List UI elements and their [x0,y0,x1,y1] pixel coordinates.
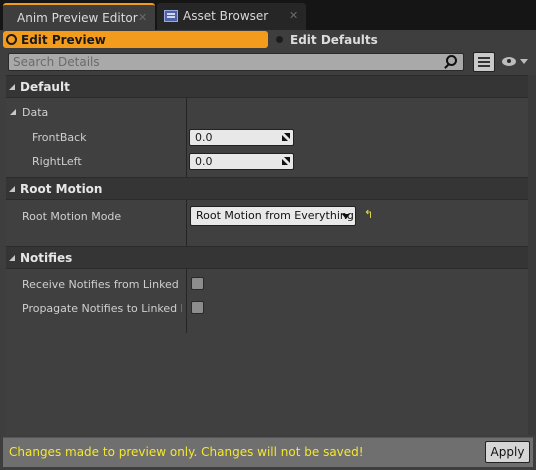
root-motion-mode-dropdown[interactable]: Root Motion from Everything [190,206,356,226]
property-label: Propagate Notifies to Linked Instances [22,302,182,315]
property-label: Receive Notifies from Linked Instances [22,278,182,291]
view-options-button[interactable] [500,55,532,69]
property-matrix-button[interactable] [473,52,495,72]
dropdown-value: Root Motion from Everything [196,209,354,222]
rightleft-input[interactable]: 0.0 [189,153,294,170]
edit-defaults-radio[interactable]: Edit Defaults [273,31,423,48]
property-row-rightleft: RightLeft 0.0 [6,150,528,174]
close-icon[interactable]: ✕ [289,9,298,23]
warning-message: Changes made to preview only. Changes wi… [9,445,364,459]
details-panel: Edit Preview Edit Defaults Default Data … [0,30,536,470]
scrollbar[interactable] [528,75,536,435]
category-label: Root Motion [20,182,103,196]
category-label: Notifies [20,251,73,265]
tab-bar: Anim Preview Editor ✕ Asset Browser ✕ [0,0,536,30]
asset-browser-icon [164,10,178,22]
property-row-propagate-notifies: Propagate Notifies to Linked Instances [6,297,528,321]
tab-asset-browser[interactable]: Asset Browser ✕ [157,3,306,30]
property-label: Root Motion Mode [22,210,122,223]
eye-icon [502,57,516,66]
radio-unselected-icon [276,36,283,43]
reset-to-default-icon[interactable]: ↰ [364,209,373,220]
search-input[interactable] [8,53,464,71]
expanded-arrow-icon [9,84,15,90]
numeric-value: 0.0 [195,155,213,168]
drag-resize-icon[interactable] [282,157,290,165]
search-icon[interactable] [446,55,457,66]
property-row-frontback: FrontBack 0.0 [6,126,528,150]
tab-label: Anim Preview Editor [17,11,138,25]
category-label: Default [20,80,70,94]
details-view: Default Data FrontBack 0.0 RightLeft 0.0… [6,75,528,435]
subcategory-data[interactable]: Data [6,102,528,124]
category-default-header[interactable]: Default [6,75,528,98]
tab-anim-preview-editor[interactable]: Anim Preview Editor ✕ [3,3,155,30]
expanded-arrow-icon [9,255,15,261]
chevron-down-icon [342,214,350,219]
edit-defaults-label: Edit Defaults [290,33,378,47]
category-root-motion-header[interactable]: Root Motion [6,177,528,200]
radio-selected-icon [6,34,17,45]
edit-preview-radio[interactable]: Edit Preview [3,31,268,48]
apply-button[interactable]: Apply [485,441,530,463]
frontback-input[interactable]: 0.0 [189,129,294,146]
subcategory-label: Data [22,106,49,119]
numeric-value: 0.0 [195,131,213,144]
property-label: FrontBack [32,131,87,144]
drag-resize-icon[interactable] [282,133,290,141]
tab-label: Asset Browser [183,9,269,23]
property-label: RightLeft [32,155,82,168]
expanded-arrow-icon [10,109,16,115]
preview-warning-bar: Changes made to preview only. Changes wi… [3,437,533,467]
close-icon[interactable]: ✕ [138,11,147,25]
mode-selector: Edit Preview Edit Defaults [0,30,536,50]
search-row [0,51,536,73]
expanded-arrow-icon [9,186,15,192]
category-notifies-header[interactable]: Notifies [6,246,528,269]
property-row-receive-notifies: Receive Notifies from Linked Instances [6,273,528,297]
property-row-root-motion-mode: Root Motion Mode Root Motion from Everyt… [6,205,528,229]
edit-preview-label: Edit Preview [21,33,106,47]
chevron-down-icon [520,59,528,64]
propagate-notifies-checkbox[interactable] [191,301,204,314]
receive-notifies-checkbox[interactable] [191,277,204,290]
